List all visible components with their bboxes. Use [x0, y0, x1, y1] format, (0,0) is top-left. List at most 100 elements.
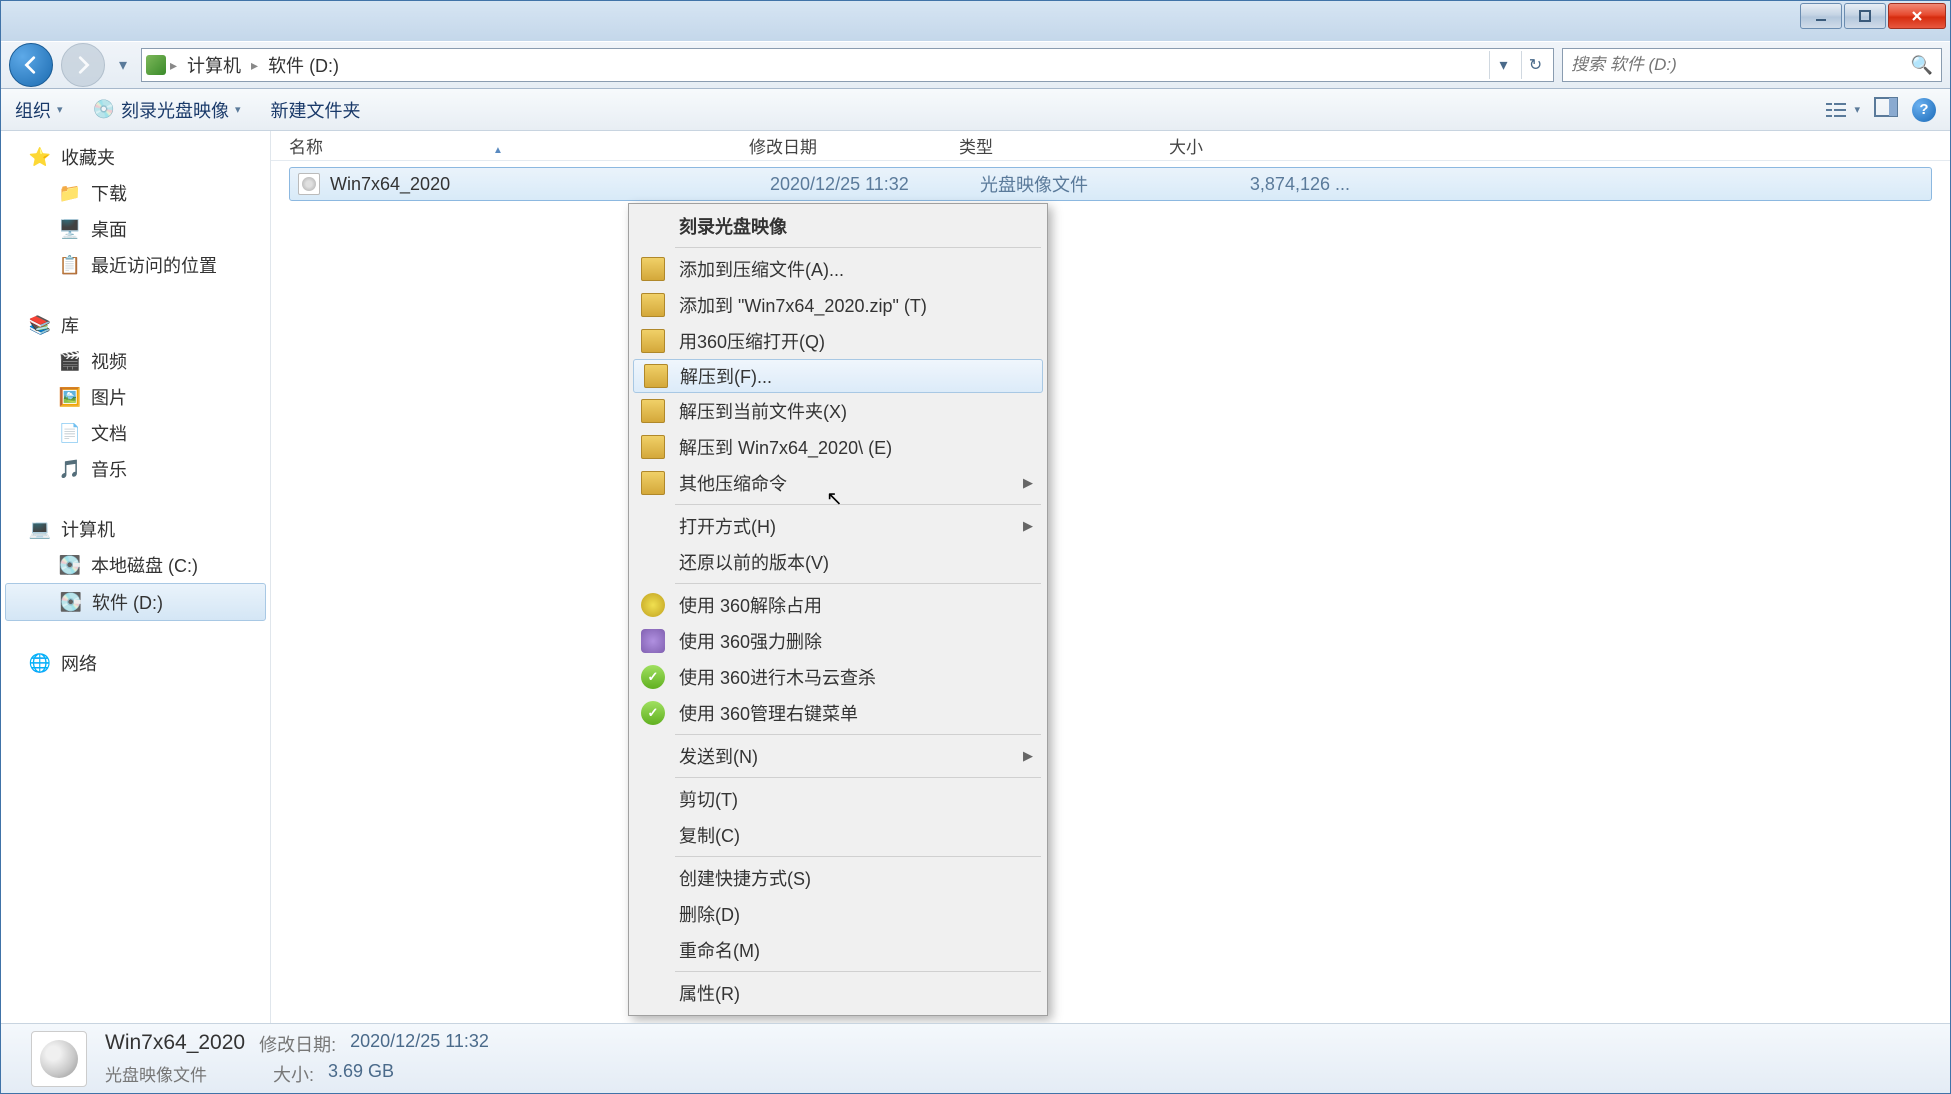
organize-button[interactable]: 组织▾ [15, 97, 63, 123]
360-icon [641, 593, 665, 617]
details-filename: Win7x64_2020 [105, 1031, 245, 1057]
computer-icon: 💻 [29, 518, 51, 540]
sidebar-favorites[interactable]: ⭐收藏夹 [1, 139, 270, 175]
burn-disc-button[interactable]: 💿刻录光盘映像▾ [93, 97, 241, 123]
sort-ascending-icon: ▲ [493, 145, 503, 156]
minimize-button[interactable] [1800, 3, 1842, 29]
sidebar-desktop[interactable]: 🖥️桌面 [1, 211, 270, 247]
navigation-bar: ▾ ▸ 计算机 ▸ 软件 (D:) ▾ ↻ 🔍 [1, 41, 1950, 89]
drive-icon [146, 55, 166, 75]
archive-icon [644, 364, 668, 388]
sidebar-drive-d[interactable]: 💽软件 (D:) [5, 583, 266, 621]
drive-icon: 💽 [60, 591, 82, 613]
view-options-button[interactable]: ▾ [1824, 100, 1860, 120]
submenu-arrow-icon: ▶ [1023, 518, 1033, 534]
menu-extract-to-folder[interactable]: 解压到 Win7x64_2020\ (E) [631, 429, 1045, 465]
col-header-type[interactable]: 类型 [959, 133, 1169, 158]
360-icon [641, 629, 665, 653]
file-content-area: 名称▲ 修改日期 类型 大小 Win7x64_2020 2020/12/25 1… [271, 131, 1950, 1023]
search-icon[interactable]: 🔍 [1911, 55, 1933, 76]
archive-icon [641, 329, 665, 353]
360-shield-icon: ✓ [641, 701, 665, 725]
titlebar[interactable] [1, 1, 1950, 41]
sidebar-documents[interactable]: 📄文档 [1, 415, 270, 451]
help-button[interactable]: ? [1912, 98, 1936, 122]
sidebar-videos[interactable]: 🎬视频 [1, 343, 270, 379]
column-headers[interactable]: 名称▲ 修改日期 类型 大小 [271, 131, 1950, 161]
sidebar-music[interactable]: 🎵音乐 [1, 451, 270, 487]
details-date-label: 修改日期: [259, 1031, 336, 1057]
window-controls [1800, 3, 1946, 29]
360-shield-icon: ✓ [641, 665, 665, 689]
toolbar: 组织▾ 💿刻录光盘映像▾ 新建文件夹 ▾ ? [1, 89, 1950, 131]
explorer-window: ▾ ▸ 计算机 ▸ 软件 (D:) ▾ ↻ 🔍 组织▾ 💿刻录光盘映像▾ 新建文… [0, 0, 1951, 1094]
menu-rename[interactable]: 重命名(M) [631, 932, 1045, 968]
menu-open-with[interactable]: 打开方式(H)▶ [631, 508, 1045, 544]
menu-extract-here[interactable]: 解压到当前文件夹(X) [631, 393, 1045, 429]
close-button[interactable] [1888, 3, 1946, 29]
menu-other-zip[interactable]: 其他压缩命令▶ [631, 465, 1045, 501]
iso-file-large-icon [31, 1031, 87, 1087]
archive-icon [641, 399, 665, 423]
menu-cut[interactable]: 剪切(T) [631, 781, 1045, 817]
menu-restore[interactable]: 还原以前的版本(V) [631, 544, 1045, 580]
desktop-icon: 🖥️ [59, 218, 81, 240]
sidebar-pictures[interactable]: 🖼️图片 [1, 379, 270, 415]
sidebar-network[interactable]: 🌐网络 [1, 645, 270, 681]
menu-360-manage[interactable]: ✓使用 360管理右键菜单 [631, 695, 1045, 731]
col-header-date[interactable]: 修改日期 [749, 133, 959, 158]
network-icon: 🌐 [29, 652, 51, 674]
sidebar-downloads[interactable]: 📁下载 [1, 175, 270, 211]
back-button[interactable] [9, 43, 53, 87]
menu-360-force-delete[interactable]: 使用 360强力删除 [631, 623, 1045, 659]
sidebar-libraries[interactable]: 📚库 [1, 307, 270, 343]
menu-burn-image[interactable]: 刻录光盘映像 [631, 208, 1045, 244]
navigation-sidebar[interactable]: ⭐收藏夹 📁下载 🖥️桌面 📋最近访问的位置 📚库 🎬视频 🖼️图片 📄文档 🎵… [1, 131, 271, 1023]
menu-send-to[interactable]: 发送到(N)▶ [631, 738, 1045, 774]
menu-delete[interactable]: 删除(D) [631, 896, 1045, 932]
menu-extract-to[interactable]: 解压到(F)... [633, 359, 1043, 393]
file-list[interactable]: Win7x64_2020 2020/12/25 11:32 光盘映像文件 3,8… [271, 161, 1950, 1023]
col-header-size[interactable]: 大小 [1169, 133, 1329, 158]
address-dropdown[interactable]: ▾ [1489, 51, 1517, 79]
col-header-name[interactable]: 名称▲ [289, 133, 749, 158]
preview-pane-button[interactable] [1874, 97, 1898, 122]
new-folder-button[interactable]: 新建文件夹 [270, 97, 360, 123]
recent-icon: 📋 [59, 254, 81, 276]
address-bar[interactable]: ▸ 计算机 ▸ 软件 (D:) ▾ ↻ [141, 48, 1554, 82]
file-name: Win7x64_2020 [330, 174, 770, 195]
menu-360-trojan-scan[interactable]: ✓使用 360进行木马云查杀 [631, 659, 1045, 695]
submenu-arrow-icon: ▶ [1023, 475, 1033, 491]
menu-open-360zip[interactable]: 用360压缩打开(Q) [631, 323, 1045, 359]
context-menu: 刻录光盘映像 添加到压缩文件(A)... 添加到 "Win7x64_2020.z… [628, 203, 1048, 1016]
forward-button[interactable] [61, 43, 105, 87]
music-icon: 🎵 [59, 458, 81, 480]
star-icon: ⭐ [29, 146, 51, 168]
sidebar-drive-c[interactable]: 💽本地磁盘 (C:) [1, 547, 270, 583]
file-date: 2020/12/25 11:32 [770, 174, 980, 195]
disc-icon: 💿 [93, 99, 115, 120]
menu-properties[interactable]: 属性(R) [631, 975, 1045, 1011]
refresh-button[interactable]: ↻ [1521, 51, 1549, 79]
library-icon: 📚 [29, 314, 51, 336]
file-row-selected[interactable]: Win7x64_2020 2020/12/25 11:32 光盘映像文件 3,8… [289, 167, 1932, 201]
breadcrumb-computer[interactable]: 计算机 [181, 52, 247, 78]
search-box[interactable]: 🔍 [1562, 48, 1942, 82]
search-input[interactable] [1571, 55, 1911, 75]
breadcrumb-drive[interactable]: 软件 (D:) [262, 52, 345, 78]
archive-icon [641, 435, 665, 459]
sidebar-computer[interactable]: 💻计算机 [1, 511, 270, 547]
maximize-button[interactable] [1844, 3, 1886, 29]
details-pane: Win7x64_2020 修改日期: 2020/12/25 11:32 光盘映像… [1, 1023, 1950, 1093]
separator-icon: ▸ [170, 57, 177, 74]
details-date: 2020/12/25 11:32 [350, 1031, 489, 1057]
menu-create-shortcut[interactable]: 创建快捷方式(S) [631, 860, 1045, 896]
archive-icon [641, 257, 665, 281]
video-icon: 🎬 [59, 350, 81, 372]
menu-360-unlock[interactable]: 使用 360解除占用 [631, 587, 1045, 623]
history-dropdown[interactable]: ▾ [113, 45, 133, 85]
menu-add-archive[interactable]: 添加到压缩文件(A)... [631, 251, 1045, 287]
menu-add-to-zip[interactable]: 添加到 "Win7x64_2020.zip" (T) [631, 287, 1045, 323]
menu-copy[interactable]: 复制(C) [631, 817, 1045, 853]
sidebar-recent[interactable]: 📋最近访问的位置 [1, 247, 270, 283]
